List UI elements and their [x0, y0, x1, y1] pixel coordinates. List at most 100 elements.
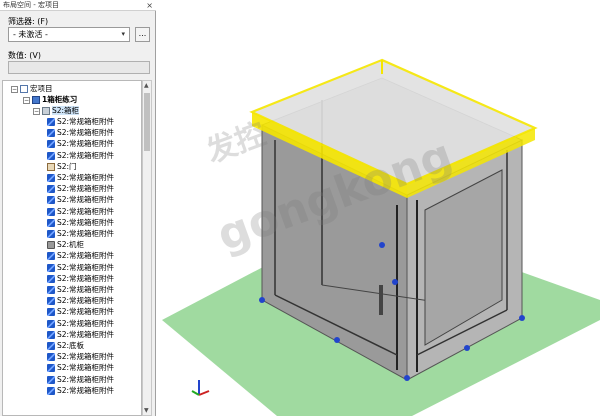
tree-item[interactable]: S2:底板	[47, 340, 84, 351]
tree-item[interactable]: S2:常规箱柜附件	[47, 217, 114, 228]
box-icon	[42, 107, 50, 115]
tree-item[interactable]: S2:常规箱柜附件	[47, 284, 114, 295]
part-icon	[47, 364, 55, 373]
tree-item-label: S2:常规箱柜附件	[57, 385, 115, 395]
tree-item[interactable]: S2:常规箱柜附件	[47, 362, 114, 373]
anchor-marker	[404, 375, 410, 381]
part-icon	[47, 308, 55, 317]
collapse-icon[interactable]: −	[11, 85, 18, 93]
anchor-marker	[334, 337, 340, 343]
tree-item-label: S2:箱柜	[52, 106, 80, 115]
panel-title: 布局空间 - 宏项目 ×	[0, 0, 156, 11]
folder-icon	[20, 85, 28, 93]
part-icon	[47, 386, 55, 395]
part-icon	[47, 319, 55, 328]
tree-item-project[interactable]: − 1箱柜练习	[23, 94, 77, 105]
tree-item-label: S2:常规箱柜附件	[57, 184, 115, 194]
tree-item[interactable]: S2:常规箱柜附件	[47, 138, 114, 149]
part-icon	[47, 151, 55, 160]
tree-item[interactable]: S2:常规箱柜附件	[47, 385, 114, 396]
tree-item[interactable]: S2:常规箱柜附件	[47, 351, 114, 362]
part-icon	[47, 185, 55, 194]
part-icon	[47, 375, 55, 384]
tree-item-label: S2:常规箱柜附件	[57, 150, 115, 160]
part-icon	[47, 207, 55, 216]
filter-more-button[interactable]: ...	[135, 27, 150, 42]
tree-item-label: S2:常规箱柜附件	[57, 329, 115, 339]
chevron-down-icon: ▾	[121, 30, 125, 38]
axis-y	[191, 390, 200, 396]
anchor-marker	[259, 297, 265, 303]
panel-title-text: 布局空间 - 宏项目	[3, 1, 59, 9]
tree-item-label: S2:常规箱柜附件	[57, 206, 115, 216]
tree-item[interactable]: S2:常规箱柜附件	[47, 295, 114, 306]
tree-item[interactable]: S2:常规箱柜附件	[47, 127, 114, 138]
collapse-icon[interactable]: −	[23, 96, 30, 104]
door-icon	[47, 162, 55, 171]
scrollbar-thumb[interactable]	[144, 93, 150, 151]
filter-select[interactable]: - 未激活 - ▾	[8, 27, 130, 42]
part-icon	[47, 297, 55, 306]
close-icon[interactable]: ×	[146, 0, 153, 11]
tree-item-label: S2:机柜	[57, 240, 85, 250]
part-icon	[47, 286, 55, 294]
tree-scrollbar[interactable]: ▲ ▼	[142, 80, 152, 416]
collapse-icon[interactable]: −	[33, 107, 40, 115]
part-icon	[47, 230, 55, 238]
tree-item[interactable]: S2:常规箱柜附件	[47, 262, 114, 273]
tree-item-label: 1箱柜练习	[42, 95, 78, 104]
tree-item[interactable]: S2:常规箱柜附件	[47, 172, 114, 183]
tree-item-label: S2:常规箱柜附件	[57, 217, 115, 227]
tree-item-label: S2:常规箱柜附件	[57, 273, 115, 283]
filter-label: 筛选器: (F)	[8, 17, 49, 26]
tree-item[interactable]: S2:常规箱柜附件	[47, 318, 114, 329]
tree-item[interactable]: S2:常规箱柜附件	[47, 116, 114, 127]
part-icon	[47, 330, 55, 339]
tree-item[interactable]: S2:机柜	[47, 239, 84, 250]
anchor-marker	[519, 315, 525, 321]
tree-item-label: S2:常规箱柜附件	[57, 296, 115, 306]
tree-item-label: S2:常规箱柜附件	[57, 229, 115, 238]
3d-viewport[interactable]: 发控 gongkong	[157, 0, 600, 416]
layout-space-panel: 布局空间 - 宏项目 × 筛选器: (F) - 未激活 - ▾ ... 数值: …	[0, 0, 156, 416]
tree-item-label: S2:常规箱柜附件	[57, 363, 115, 373]
tree-item[interactable]: S2:常规箱柜附件	[47, 150, 114, 161]
tree-item-label: S2:底板	[57, 341, 85, 350]
tree-item[interactable]: S2:常规箱柜附件	[47, 206, 114, 217]
tree-item-label: S2:常规箱柜附件	[57, 251, 115, 261]
scroll-down-icon[interactable]: ▼	[144, 407, 149, 414]
tree-item[interactable]: S2:常规箱柜附件	[47, 329, 114, 340]
anchor-marker	[379, 242, 385, 248]
tree-item[interactable]: S2:常规箱柜附件	[47, 374, 114, 385]
tree-item-label: S2:常规箱柜附件	[57, 307, 115, 317]
part-icon	[47, 140, 55, 149]
value-label: 数值: (V)	[8, 51, 41, 60]
tree-item[interactable]: S2:常规箱柜附件	[47, 273, 114, 284]
tree-item[interactable]: S2:常规箱柜附件	[47, 183, 114, 194]
tree-item-label: S2:常规箱柜附件	[57, 262, 115, 272]
part-icon	[47, 118, 55, 126]
part-icon	[47, 129, 55, 138]
filter-select-value: - 未激活 -	[13, 30, 48, 39]
anchor-marker	[464, 345, 470, 351]
cabinet-icon	[47, 241, 55, 250]
tree-item[interactable]: S2:常规箱柜附件	[47, 250, 114, 261]
axis-x	[198, 390, 210, 396]
scroll-up-icon[interactable]: ▲	[144, 82, 149, 89]
tree-item[interactable]: S2:常规箱柜附件	[47, 194, 114, 205]
anchor-marker	[392, 279, 398, 285]
part-icon	[47, 353, 55, 362]
value-input[interactable]	[8, 61, 150, 74]
door-handle	[379, 285, 383, 315]
tree-item-label: S2:常规箱柜附件	[57, 285, 115, 294]
tree-item[interactable]: S2:常规箱柜附件	[47, 228, 114, 239]
tree-item-root[interactable]: − 宏项目	[11, 83, 53, 94]
tree-item[interactable]: S2:常规箱柜附件	[47, 306, 114, 317]
part-icon	[47, 274, 55, 283]
part-icon	[47, 342, 55, 350]
tree-item-label: S2:常规箱柜附件	[57, 374, 115, 384]
tree-item-label: S2:门	[57, 161, 77, 171]
tree-item-box[interactable]: − S2:箱柜	[33, 105, 80, 116]
tree-item[interactable]: S2:门	[47, 161, 77, 172]
part-icon	[47, 174, 55, 182]
